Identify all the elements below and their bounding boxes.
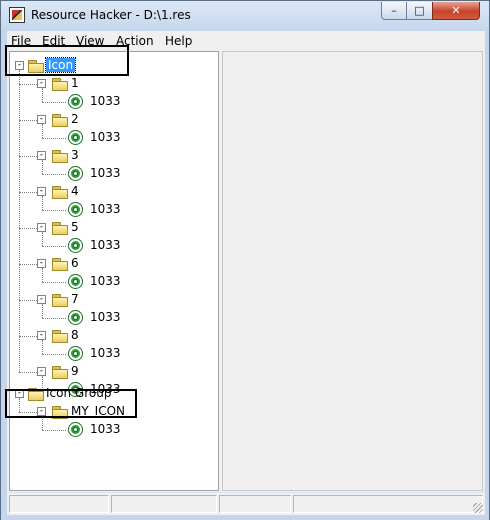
tree-connector: [42, 430, 66, 431]
tree-folder-label[interactable]: 6: [71, 256, 79, 270]
window-border-right: [485, 31, 489, 515]
app-icon[interactable]: [9, 7, 25, 23]
tree-connector: [42, 196, 43, 210]
title-bar[interactable]: Resource Hacker - D:\1.res – □ ✕: [1, 1, 489, 31]
tree-leaf-label[interactable]: 1033: [90, 310, 121, 324]
highlight-box-icon-group: [5, 389, 137, 418]
gear-icon: [69, 275, 82, 288]
tree-folder-label[interactable]: 5: [71, 220, 79, 234]
folder-icon: [52, 186, 68, 199]
tree-connector: [42, 340, 43, 354]
tree-connector: [19, 192, 37, 193]
tree-connector: [42, 88, 43, 102]
collapse-toggle[interactable]: -: [37, 367, 46, 376]
status-panel-2: [111, 495, 217, 513]
tree-connector: [42, 174, 66, 175]
tree-leaf-label[interactable]: 1033: [90, 94, 121, 108]
tree-leaf-label[interactable]: 1033: [90, 238, 121, 252]
collapse-toggle[interactable]: -: [37, 259, 46, 268]
collapse-toggle[interactable]: -: [37, 187, 46, 196]
tree-connector: [42, 318, 66, 319]
tree-connector: [42, 232, 43, 246]
collapse-toggle[interactable]: -: [37, 331, 46, 340]
tree-connector: [42, 246, 66, 247]
tree-leaf-label[interactable]: 1033: [90, 130, 121, 144]
gear-icon: [69, 167, 82, 180]
tree-connector: [19, 70, 20, 372]
gear-icon: [69, 131, 82, 144]
tree-connector: [19, 84, 37, 85]
tree-connector: [42, 210, 66, 211]
tree-connector: [42, 102, 66, 103]
folder-icon: [52, 258, 68, 271]
gear-icon: [69, 203, 82, 216]
folder-icon: [52, 330, 68, 343]
tree-connector: [19, 300, 37, 301]
tree-folder-label[interactable]: 3: [71, 148, 79, 162]
folder-icon: [52, 294, 68, 307]
tree-connector: [42, 124, 43, 138]
status-bar: [7, 493, 485, 515]
close-button[interactable]: ✕: [432, 2, 480, 20]
tree-folder-label[interactable]: 2: [71, 112, 79, 126]
gear-icon: [69, 423, 82, 436]
tree-connector: [19, 264, 37, 265]
tree-leaf-label[interactable]: 1033: [90, 166, 121, 180]
tree-connector: [42, 138, 66, 139]
menu-help[interactable]: Help: [165, 34, 192, 48]
tree-connector: [19, 156, 37, 157]
client-area: - Icon -1 1033-2 1033-3 1033-4 1033-5 1033-6 103…: [7, 50, 485, 492]
tree-connector: [42, 416, 43, 430]
tree-connector: [19, 120, 37, 121]
tree-connector: [42, 354, 66, 355]
tree-folder-label[interactable]: 8: [71, 328, 79, 342]
gear-icon: [69, 239, 82, 252]
folder-icon: [52, 78, 68, 91]
window-border-bottom: [1, 515, 489, 520]
resize-grip[interactable]: [473, 503, 483, 513]
resource-view-pane: [222, 51, 483, 491]
tree-folder-label[interactable]: 9: [71, 364, 79, 378]
tree-folder-label[interactable]: 1: [71, 76, 79, 90]
folder-icon: [52, 366, 68, 379]
collapse-toggle[interactable]: -: [37, 79, 46, 88]
folder-icon: [52, 114, 68, 127]
gear-icon: [69, 347, 82, 360]
tree-connector: [42, 268, 43, 282]
tree-leaf-label[interactable]: 1033: [90, 202, 121, 216]
collapse-toggle[interactable]: -: [37, 223, 46, 232]
status-panel-1: [9, 495, 109, 513]
collapse-toggle[interactable]: -: [37, 295, 46, 304]
tree-connector: [42, 304, 43, 318]
status-panel-4: [293, 495, 483, 513]
tree-folder-label[interactable]: 7: [71, 292, 79, 306]
tree-folder-label[interactable]: 4: [71, 184, 79, 198]
maximize-button[interactable]: □: [406, 2, 433, 20]
tree-leaf-label[interactable]: 1033: [90, 346, 121, 360]
resource-tree[interactable]: - Icon -1 1033-2 1033-3 1033-4 1033-5 1033-6 103…: [9, 51, 219, 491]
tree-leaf-label[interactable]: 1033: [90, 274, 121, 288]
app-window: Resource Hacker - D:\1.res – □ ✕ File Ed…: [0, 0, 490, 520]
highlight-box-icon: [5, 45, 129, 76]
tree-connector: [42, 282, 66, 283]
status-panel-3: [219, 495, 291, 513]
collapse-toggle[interactable]: -: [37, 115, 46, 124]
tree-leaf-label[interactable]: 1033: [90, 422, 121, 436]
gear-icon: [69, 95, 82, 108]
minimize-button[interactable]: –: [381, 2, 407, 20]
tree-connector: [19, 372, 37, 373]
folder-icon: [52, 222, 68, 235]
window-title: Resource Hacker - D:\1.res: [31, 8, 191, 22]
tree-connector: [42, 160, 43, 174]
collapse-toggle[interactable]: -: [37, 151, 46, 160]
tree-connector: [19, 336, 37, 337]
gear-icon: [69, 311, 82, 324]
folder-icon: [52, 150, 68, 163]
tree-connector: [19, 228, 37, 229]
